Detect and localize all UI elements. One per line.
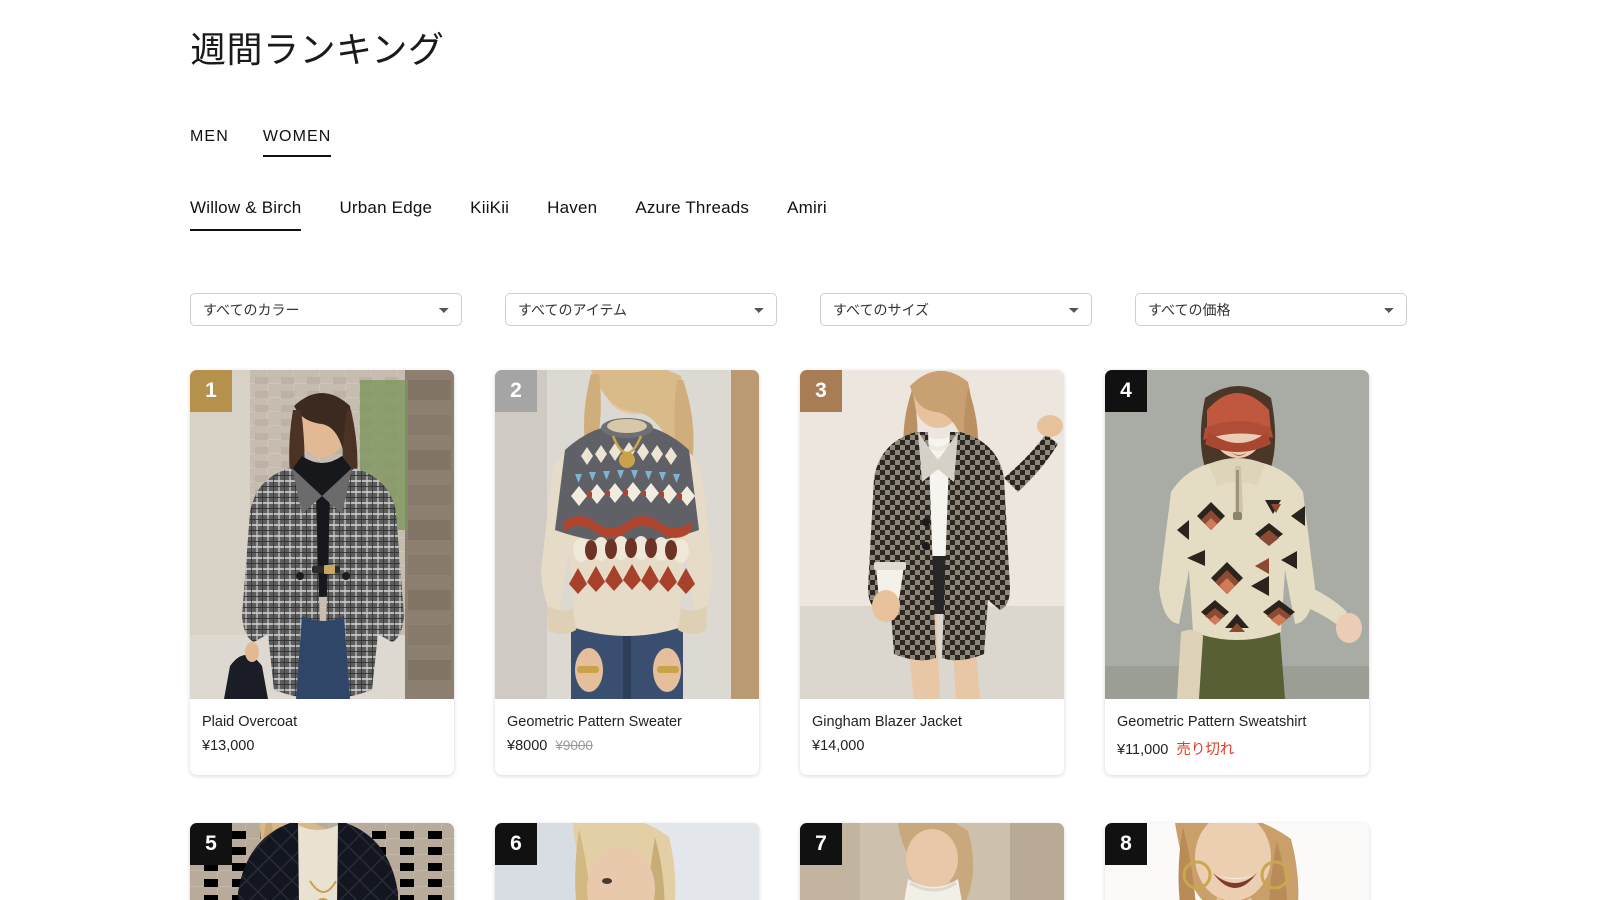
rank-badge: 4 <box>1105 370 1147 412</box>
product-image[interactable]: 2 <box>495 370 759 699</box>
product-photo-geometric-sweatshirt <box>1105 370 1369 699</box>
product-card[interactable]: 1 Plaid Overcoat ¥13,000 <box>190 370 454 775</box>
product-image[interactable]: 6 <box>495 822 759 900</box>
filter-bar: すべてのカラー すべてのアイテム すべてのサイズ すべての価格 <box>190 293 1407 326</box>
product-image[interactable]: 5 <box>190 822 454 900</box>
brand-tab-haven[interactable]: Haven <box>547 198 597 231</box>
rank-badge: 3 <box>800 370 842 412</box>
product-image[interactable]: 8 <box>1105 822 1369 900</box>
product-photo-gingham-blazer <box>800 370 1064 699</box>
item-filter-select[interactable]: すべてのアイテム <box>505 293 777 326</box>
product-name: Geometric Pattern Sweatshirt <box>1117 714 1307 730</box>
brand-tab-amiri[interactable]: Amiri <box>787 198 827 231</box>
product-card[interactable]: 4 Geometric Pattern Sweatshirt ¥11,000 売… <box>1105 370 1369 775</box>
product-grid: 1 Plaid Overcoat ¥13,000 2 Geometric Pat… <box>190 370 1371 900</box>
rank-badge: 8 <box>1105 822 1147 865</box>
product-card[interactable]: 7 <box>800 822 1064 900</box>
color-filter-select[interactable]: すべてのカラー <box>190 293 462 326</box>
product-price: ¥13,000 <box>202 737 255 754</box>
sold-out-badge: 売り切れ <box>1176 741 1235 758</box>
product-card[interactable]: 6 <box>495 822 759 900</box>
product-info: Geometric Pattern Sweater ¥8000 ¥9000 <box>495 699 759 770</box>
brand-tab-kiikii[interactable]: KiiKii <box>470 198 509 231</box>
product-name: Geometric Pattern Sweater <box>507 714 682 730</box>
product-price-row: ¥13,000 <box>202 738 442 754</box>
product-photo-geometric-sweater <box>495 370 759 699</box>
product-card[interactable]: 3 Gingham Blazer Jacket ¥14,000 <box>800 370 1064 775</box>
product-price-original: ¥9000 <box>555 737 593 753</box>
product-info: Gingham Blazer Jacket ¥14,000 <box>800 699 1064 770</box>
ranking-page: 週間ランキング MEN WOMEN Willow & Birch Urban E… <box>0 0 1600 900</box>
product-price: ¥11,000 <box>1117 741 1169 758</box>
product-info: Plaid Overcoat ¥13,000 <box>190 699 454 770</box>
rank-badge: 6 <box>495 822 537 865</box>
size-filter-select[interactable]: すべてのサイズ <box>820 293 1092 326</box>
product-price: ¥8000 <box>507 737 548 754</box>
product-price-row: ¥14,000 <box>812 738 1052 754</box>
brand-tab-list: Willow & Birch Urban Edge KiiKii Haven A… <box>190 198 827 231</box>
product-card[interactable]: 5 <box>190 822 454 900</box>
product-image[interactable]: 1 <box>190 370 454 699</box>
product-image[interactable]: 4 <box>1105 370 1369 699</box>
rank-badge: 1 <box>190 370 232 412</box>
price-filter-select[interactable]: すべての価格 <box>1135 293 1407 326</box>
product-image[interactable]: 7 <box>800 822 1064 900</box>
product-name: Plaid Overcoat <box>202 714 298 730</box>
product-card[interactable]: 2 Geometric Pattern Sweater ¥8000 ¥9000 <box>495 370 759 775</box>
product-name: Gingham Blazer Jacket <box>812 714 962 730</box>
product-price-row: ¥11,000 売り切れ <box>1117 738 1357 759</box>
product-info: Geometric Pattern Sweatshirt ¥11,000 売り切… <box>1105 699 1369 775</box>
brand-tab-urban-edge[interactable]: Urban Edge <box>339 198 432 231</box>
rank-badge: 2 <box>495 370 537 412</box>
product-photo-plaid-overcoat <box>190 370 454 699</box>
rank-badge: 7 <box>800 822 842 865</box>
rank-badge: 5 <box>190 822 232 865</box>
product-price-row: ¥8000 ¥9000 <box>507 738 747 754</box>
page-title: 週間ランキング <box>190 29 445 70</box>
product-image[interactable]: 3 <box>800 370 1064 699</box>
gender-tab-list: MEN WOMEN <box>190 128 332 157</box>
tab-men[interactable]: MEN <box>190 128 229 157</box>
tab-women[interactable]: WOMEN <box>262 128 332 157</box>
brand-tab-willow-and-birch[interactable]: Willow & Birch <box>190 198 302 231</box>
brand-tab-azure-threads[interactable]: Azure Threads <box>635 198 749 231</box>
product-price: ¥14,000 <box>812 737 865 754</box>
product-card[interactable]: 8 <box>1105 822 1369 900</box>
